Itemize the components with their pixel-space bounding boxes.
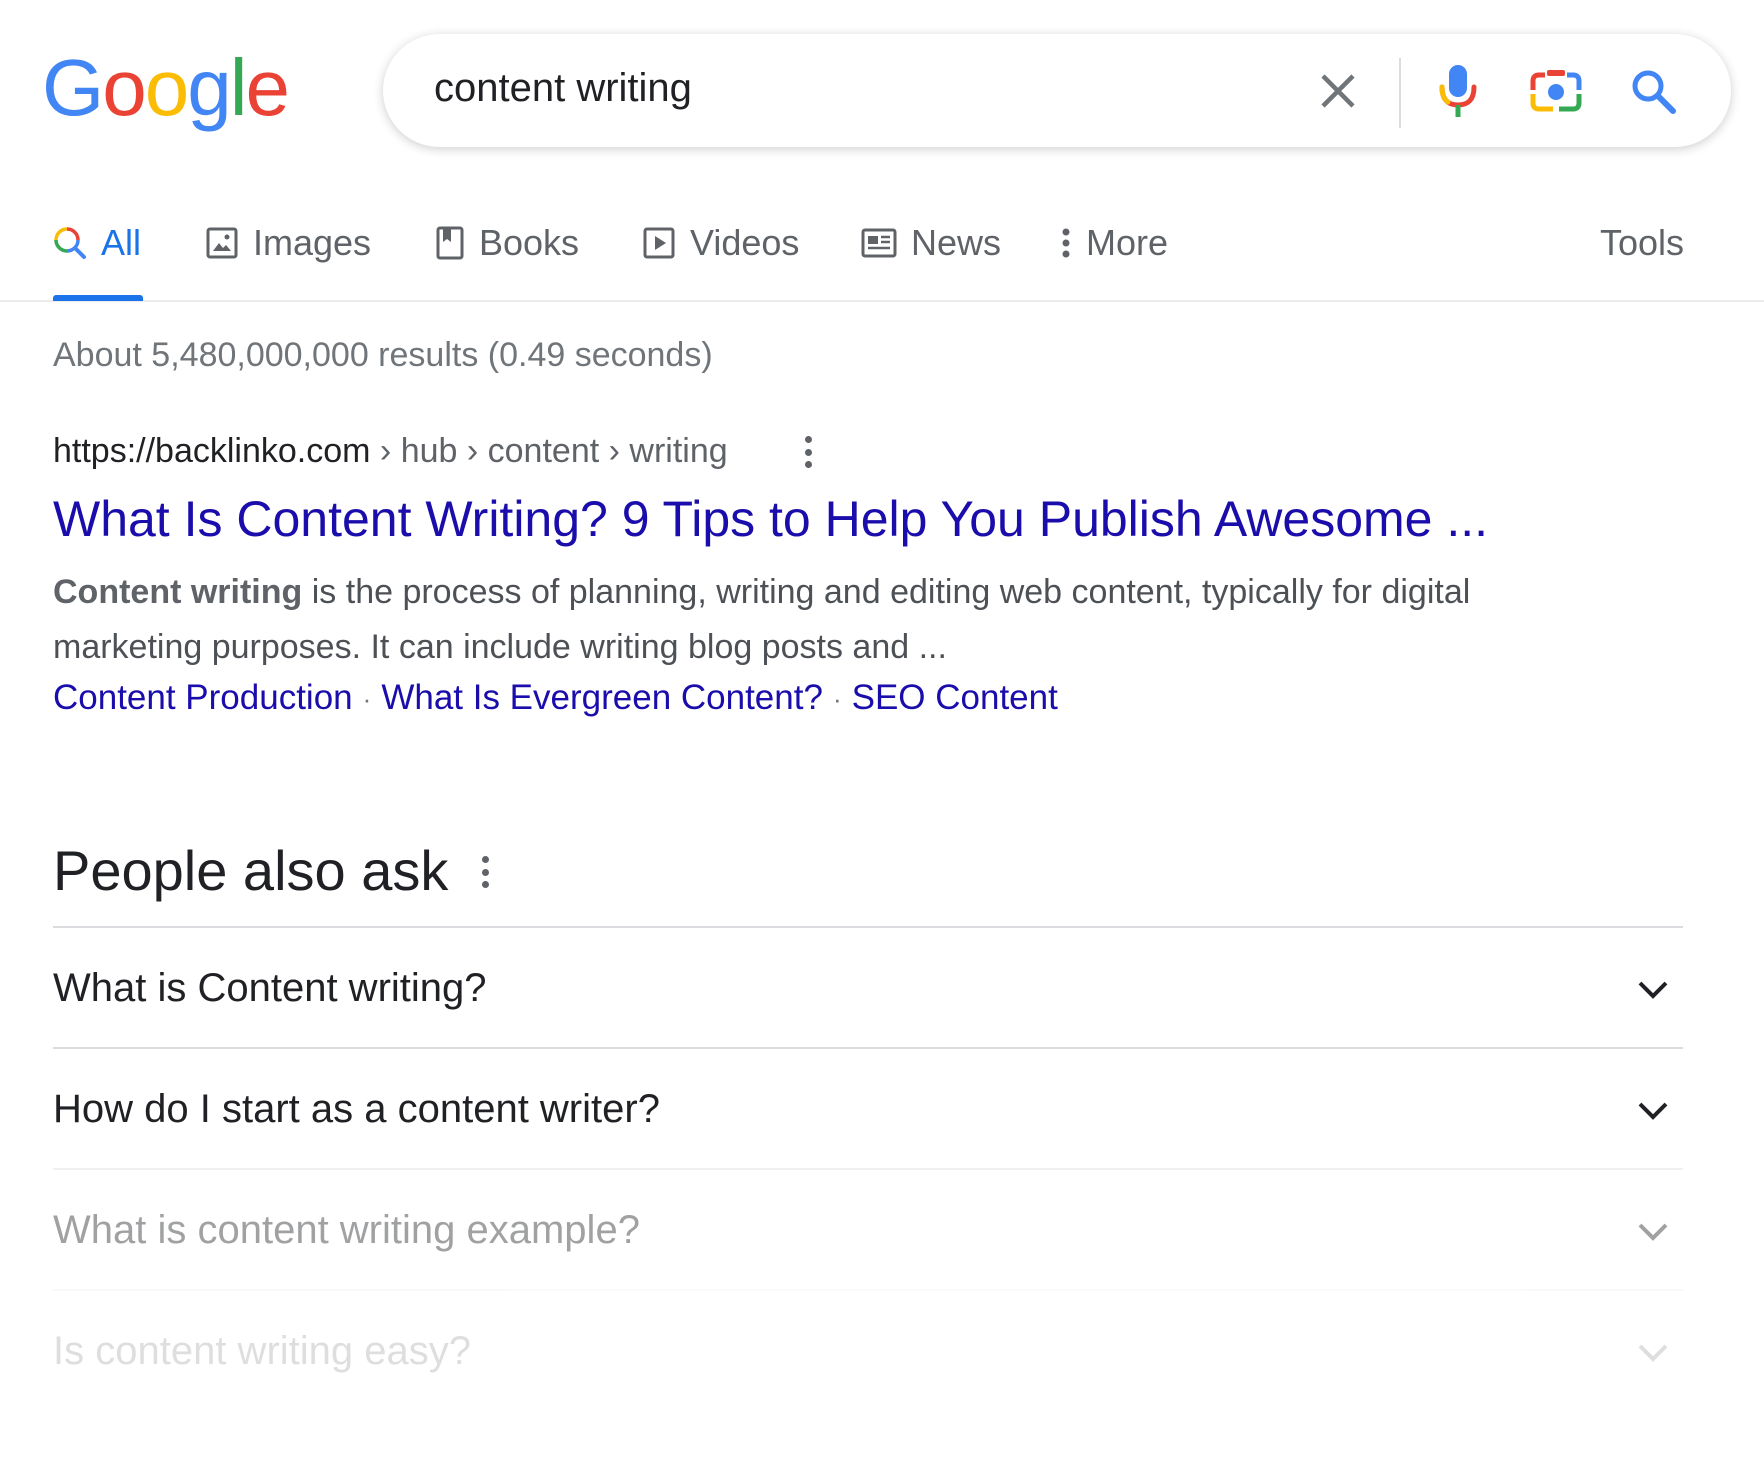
tools-label: Tools bbox=[1600, 222, 1685, 263]
search-icon[interactable] bbox=[1623, 61, 1683, 121]
image-icon bbox=[205, 226, 239, 260]
paa-question[interactable]: What is Content writing? bbox=[53, 926, 1683, 1047]
sitelink-evergreen-content[interactable]: What Is Evergreen Content? bbox=[381, 678, 823, 717]
logo-letter: l bbox=[229, 43, 248, 132]
people-also-ask-heading: People also ask bbox=[53, 839, 449, 902]
logo-letter: e bbox=[245, 43, 290, 132]
tab-videos[interactable]: Videos bbox=[642, 222, 799, 264]
tab-label: Images bbox=[253, 222, 372, 263]
book-icon bbox=[435, 226, 465, 260]
tab-all[interactable]: All bbox=[53, 222, 141, 264]
chevron-down-icon bbox=[1638, 1344, 1668, 1362]
chevron-down-icon bbox=[1638, 981, 1668, 999]
camera-icon[interactable] bbox=[1526, 61, 1586, 121]
paa-question-text: What is content writing example? bbox=[53, 1208, 640, 1252]
chevron-down-icon bbox=[1638, 1223, 1668, 1241]
google-logo[interactable]: Google bbox=[42, 43, 290, 132]
sitelink-separator: · bbox=[832, 684, 842, 715]
tab-label: All bbox=[101, 222, 142, 263]
logo-letter: g bbox=[187, 43, 231, 132]
chevron-down-icon bbox=[1638, 1102, 1668, 1120]
tools-button[interactable]: Tools bbox=[1600, 222, 1684, 264]
active-tab-indicator bbox=[53, 295, 143, 301]
result-sitelinks: Content Production · What Is Evergreen Con… bbox=[53, 678, 1058, 718]
sitelink-seo-content[interactable]: SEO Content bbox=[852, 678, 1058, 717]
result-stats: About 5,480,000,000 results (0.49 second… bbox=[53, 336, 713, 374]
microphone-icon[interactable] bbox=[1428, 61, 1488, 121]
result-more-options-icon[interactable] bbox=[798, 436, 818, 468]
search-divider bbox=[1399, 58, 1401, 128]
people-also-ask-list: What is Content writing? How do I start … bbox=[53, 926, 1683, 1410]
tab-label: More bbox=[1086, 222, 1169, 263]
tab-label: Videos bbox=[690, 222, 800, 263]
paa-question-text: What is Content writing? bbox=[53, 966, 487, 1010]
logo-letter: o bbox=[144, 43, 189, 132]
logo-letter: G bbox=[42, 43, 104, 132]
paa-more-options-icon[interactable] bbox=[475, 856, 495, 888]
paa-question[interactable]: What is content writing example? bbox=[53, 1168, 1683, 1289]
tab-label: News bbox=[911, 222, 1002, 263]
paa-question[interactable]: How do I start as a content writer? bbox=[53, 1047, 1683, 1168]
close-icon[interactable] bbox=[1308, 61, 1368, 121]
snippet-highlight: Content writing bbox=[53, 573, 303, 611]
result-snippet: Content writing is the process of planni… bbox=[53, 565, 1573, 675]
paa-question[interactable]: Is content writing easy? bbox=[53, 1289, 1683, 1410]
search-icon bbox=[53, 226, 87, 260]
search-box[interactable] bbox=[383, 34, 1731, 147]
news-icon bbox=[861, 227, 897, 259]
logo-letter: o bbox=[102, 43, 146, 132]
tab-news[interactable]: News bbox=[861, 222, 1001, 264]
result-title-link[interactable]: What Is Content Writing? 9 Tips to Help … bbox=[53, 490, 1488, 548]
search-input[interactable] bbox=[434, 66, 1234, 111]
tab-more[interactable]: More bbox=[1060, 222, 1168, 264]
paa-question-text: How do I start as a content writer? bbox=[53, 1087, 660, 1131]
result-url: https://backlinko.com bbox=[53, 432, 371, 470]
tab-images[interactable]: Images bbox=[205, 222, 371, 264]
paa-question-text: Is content writing easy? bbox=[53, 1329, 471, 1373]
more-vert-icon bbox=[1060, 226, 1072, 260]
result-path: › hub › content › writing bbox=[370, 432, 728, 470]
result-breadcrumb[interactable]: https://backlinko.com › hub › content › … bbox=[53, 432, 728, 471]
sitelink-separator: · bbox=[362, 684, 372, 715]
sitelink-content-production[interactable]: Content Production bbox=[53, 678, 353, 717]
video-icon bbox=[642, 226, 676, 260]
tab-label: Books bbox=[479, 222, 580, 263]
search-tabs: All Images Books Videos News More Tools bbox=[0, 200, 1764, 302]
tab-books[interactable]: Books bbox=[435, 222, 579, 264]
